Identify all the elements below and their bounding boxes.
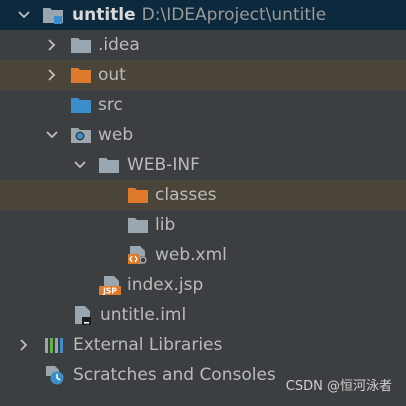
jsp-file-icon: JSP (99, 275, 121, 296)
tree-node-idea[interactable]: .idea (0, 30, 406, 60)
tree-node-untitle[interactable]: untitle D:\IDEAproject\untitle (0, 0, 406, 30)
chevron-down-icon[interactable] (72, 150, 88, 180)
tree-node-label: lib (155, 215, 176, 235)
folder-icon (98, 155, 119, 175)
tree-node-web-inf[interactable]: WEB-INF (0, 150, 406, 180)
libraries-icon (44, 335, 64, 355)
source-folder-icon (70, 95, 91, 115)
chevron-right-icon[interactable] (44, 30, 60, 60)
tree-node-external-libraries[interactable]: External Libraries (0, 330, 406, 360)
tree-node-classes[interactable]: classes (0, 180, 406, 210)
tree-node-label: External Libraries (73, 335, 223, 355)
tree-node-label: web.xml (155, 245, 227, 265)
tree-node-out[interactable]: out (0, 60, 406, 90)
tree-node-label: untitle.iml (100, 305, 187, 325)
tree-node-iml[interactable]: untitle.iml (0, 300, 406, 330)
tree-node-label: WEB-INF (127, 155, 200, 175)
tree-node-label: src (98, 95, 123, 115)
tree-node-label: classes (155, 185, 217, 205)
chevron-right-icon[interactable] (16, 330, 32, 360)
tree-node-index-jsp[interactable]: JSP index.jsp (0, 270, 406, 300)
project-tree: untitle D:\IDEAproject\untitle .idea out … (0, 0, 406, 390)
tree-node-web[interactable]: web (0, 120, 406, 150)
iml-file-icon (72, 305, 92, 325)
web-folder-icon (70, 125, 91, 145)
chevron-right-icon[interactable] (44, 60, 60, 90)
tree-node-label: out (98, 65, 126, 85)
tree-node-label: web (98, 125, 134, 145)
jsp-badge-text: JSP (102, 287, 117, 296)
chevron-down-icon[interactable] (44, 120, 60, 150)
tree-node-label: untitle D:\IDEAproject\untitle (72, 5, 327, 25)
tree-node-src[interactable]: src (0, 90, 406, 120)
excluded-folder-icon (127, 185, 148, 205)
chevron-down-icon[interactable] (16, 0, 32, 30)
tree-node-label: index.jsp (127, 275, 204, 295)
tree-node-web-xml[interactable]: web.xml (0, 240, 406, 270)
tree-node-lib[interactable]: lib (0, 210, 406, 240)
tree-node-label: Scratches and Consoles (73, 365, 276, 385)
folder-icon (70, 35, 91, 55)
excluded-folder-icon (70, 65, 91, 85)
scratches-icon (44, 365, 64, 385)
xml-file-icon (127, 245, 147, 265)
tree-node-label: .idea (98, 35, 140, 55)
folder-icon (127, 215, 148, 235)
module-folder-icon (42, 5, 63, 25)
watermark: CSDN @恒河泳者 (285, 379, 392, 394)
